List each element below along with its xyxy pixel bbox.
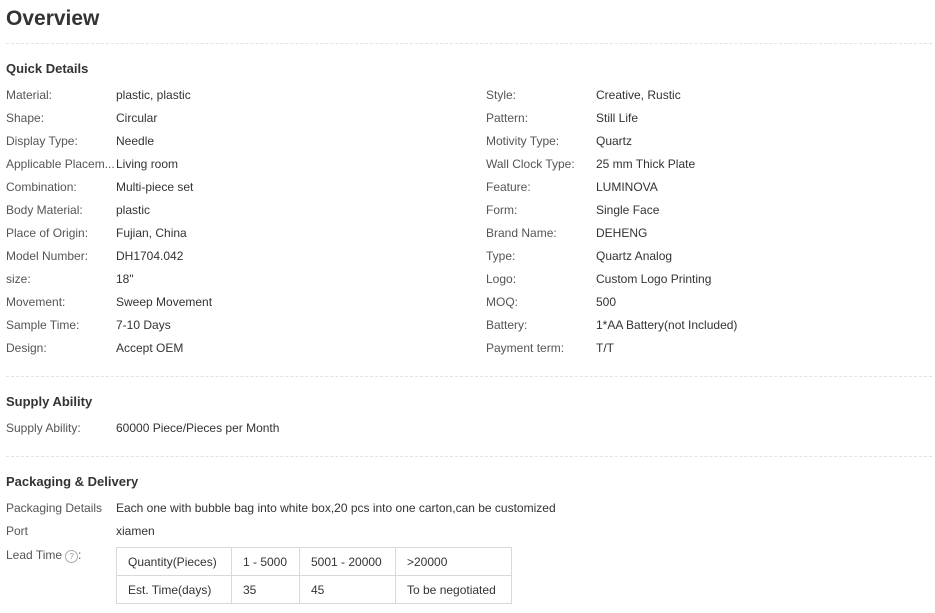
detail-value: 7-10 Days [116, 318, 171, 332]
detail-value: 25 mm Thick Plate [596, 157, 696, 171]
quick-details-title: Quick Details [6, 61, 89, 76]
detail-label: Type: [486, 249, 516, 263]
table-row: Quantity(Pieces) 1 - 5000 5001 - 20000 >… [116, 547, 512, 576]
supply-ability-title: Supply Ability [6, 394, 93, 409]
port-value: xiamen [116, 524, 155, 538]
detail-label: Combination: [6, 180, 77, 194]
detail-value: DH1704.042 [116, 249, 184, 263]
help-icon[interactable]: ? [65, 550, 79, 563]
detail-label: Payment term: [486, 341, 565, 355]
detail-value: Creative, Rustic [596, 88, 681, 102]
lead-time-label: Lead Time [6, 548, 63, 562]
detail-label: Place of Origin: [6, 226, 89, 240]
port-label: Port [6, 524, 29, 538]
detail-value: 18" [116, 272, 134, 286]
detail-value: Single Face [596, 203, 660, 217]
table-cell: Est. Time(days) [116, 575, 232, 604]
detail-value: T/T [596, 341, 614, 355]
detail-label: Brand Name: [486, 226, 557, 240]
detail-value: DEHENG [596, 226, 648, 240]
packaging-delivery-title: Packaging & Delivery [6, 474, 139, 489]
detail-label: size: [6, 272, 31, 286]
table-cell: 45 [299, 575, 396, 604]
table-cell: Quantity(Pieces) [116, 547, 232, 576]
detail-value: Still Life [596, 111, 639, 125]
detail-label: Movement: [6, 295, 66, 309]
supply-ability-value: 60000 Piece/Pieces per Month [116, 421, 280, 435]
detail-label: Shape: [6, 111, 45, 125]
detail-label: Motivity Type: [486, 134, 560, 148]
detail-value: 1*AA Battery(not Included) [596, 318, 738, 332]
detail-label: Battery: [486, 318, 528, 332]
detail-label: Design: [6, 341, 47, 355]
table-cell: 1 - 5000 [231, 547, 300, 576]
detail-label: Model Number: [6, 249, 89, 263]
detail-label: Feature: [486, 180, 531, 194]
detail-value: Accept OEM [116, 341, 184, 355]
detail-label: Style: [486, 88, 517, 102]
detail-value: Quartz [596, 134, 633, 148]
supply-ability-label: Supply Ability: [6, 421, 81, 435]
table-cell: To be negotiated [395, 575, 512, 604]
table-cell: >20000 [395, 547, 512, 576]
detail-value: Circular [116, 111, 158, 125]
lead-time-label-wrap: Lead Time?: [6, 548, 82, 563]
lead-time-table: Quantity(Pieces) 1 - 5000 5001 - 20000 >… [116, 547, 512, 604]
divider [6, 376, 932, 377]
detail-value: plastic [116, 203, 151, 217]
detail-value: Fujian, China [116, 226, 187, 240]
detail-label: Sample Time: [6, 318, 80, 332]
packaging-details-value: Each one with bubble bag into white box,… [116, 501, 556, 515]
detail-value: LUMINOVA [596, 180, 658, 194]
page-title: Overview [6, 7, 100, 30]
detail-value: Custom Logo Printing [596, 272, 712, 286]
detail-label: Logo: [486, 272, 517, 286]
detail-label: MOQ: [486, 295, 518, 309]
detail-label: Body Material: [6, 203, 83, 217]
detail-label: Wall Clock Type: [486, 157, 575, 171]
table-row: Est. Time(days) 35 45 To be negotiated [116, 575, 512, 604]
detail-label: Form: [486, 203, 518, 217]
detail-value: Multi-piece set [116, 180, 194, 194]
detail-label: Pattern: [486, 111, 529, 125]
detail-value: Needle [116, 134, 155, 148]
detail-value: Sweep Movement [116, 295, 213, 309]
divider [6, 456, 932, 457]
detail-value: 500 [596, 295, 617, 309]
detail-value: Quartz Analog [596, 249, 673, 263]
detail-label: Display Type: [6, 134, 78, 148]
packaging-details-label: Packaging Details [6, 501, 103, 515]
detail-value: Living room [116, 157, 179, 171]
detail-value: plastic, plastic [116, 88, 191, 102]
detail-label: Material: [6, 88, 53, 102]
table-cell: 5001 - 20000 [299, 547, 396, 576]
divider [6, 43, 932, 44]
table-cell: 35 [231, 575, 300, 604]
detail-label: Applicable Placem... [6, 157, 115, 171]
